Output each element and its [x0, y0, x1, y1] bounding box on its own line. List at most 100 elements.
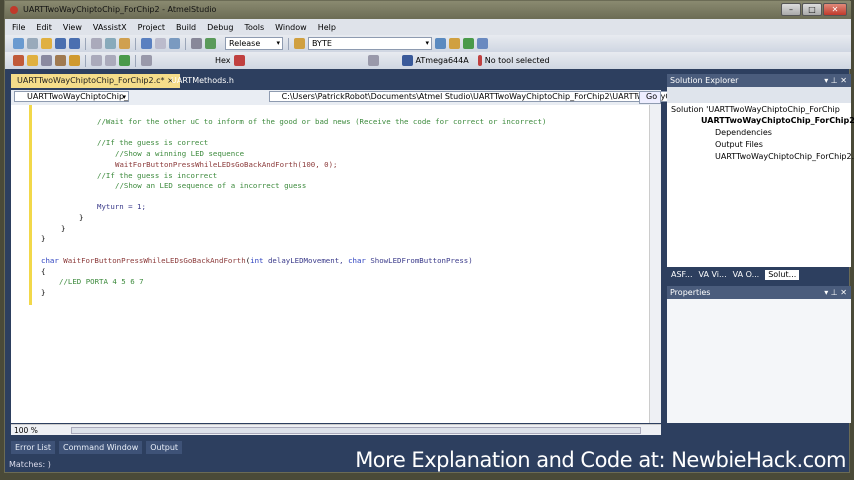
minimize-button[interactable]: –	[781, 3, 801, 16]
code-line: }	[41, 234, 46, 243]
save-all-icon[interactable]	[69, 38, 80, 49]
debug-toolbar: Hex ATmega644A No tool selected	[5, 52, 851, 69]
device-label[interactable]: ATmega644A	[416, 56, 469, 65]
configuration-select[interactable]: Release	[225, 37, 283, 50]
menu-help[interactable]: Help	[318, 23, 336, 32]
change-margin	[29, 105, 32, 305]
properties-icon[interactable]	[449, 38, 460, 49]
zoom-level[interactable]: 100 %	[14, 426, 38, 435]
status-bar-text: Matches: )	[9, 460, 51, 469]
new-project-icon[interactable]	[13, 38, 24, 49]
tab-main-c[interactable]: UARTTwoWayChiptoChip_ForChip2.c* ×	[11, 74, 180, 88]
menu-project[interactable]: Project	[138, 23, 165, 32]
maximize-button[interactable]: □	[802, 3, 822, 16]
toolbox-icon[interactable]	[463, 38, 474, 49]
code-line: //If the guess is correct	[97, 138, 209, 147]
function-signature-line: char WaitForButtonPressWhileLEDsGoBackAn…	[41, 256, 473, 265]
tab-solution-explorer[interactable]: Solut...	[765, 270, 800, 280]
tab-va-outline[interactable]: VA O...	[733, 270, 760, 280]
menu-window[interactable]: Window	[275, 23, 307, 32]
hex-button[interactable]: Hex	[215, 56, 231, 65]
build-icon[interactable]	[191, 38, 202, 49]
panel-close-icon[interactable]: ▾ ⊥ ✕	[824, 74, 847, 87]
tree-item-project[interactable]: UARTTwoWayChiptoChip_ForChip2	[701, 116, 854, 125]
tab-va-view[interactable]: VA Vi...	[699, 270, 727, 280]
cut-icon[interactable]	[91, 38, 102, 49]
memory-icon[interactable]	[141, 55, 152, 66]
code-line: //If the guess is incorrect	[97, 171, 218, 180]
horizontal-scrollbar[interactable]: 100 %	[11, 424, 661, 435]
continue-icon[interactable]	[119, 55, 130, 66]
undo-icon[interactable]	[141, 38, 152, 49]
add-item-icon[interactable]	[27, 38, 38, 49]
panel-tabs: ASF... VA Vi... VA O... Solut...	[667, 267, 851, 283]
tool-label[interactable]: No tool selected	[485, 56, 550, 65]
navigate-icon[interactable]	[169, 38, 180, 49]
code-line: Myturn = 1;	[97, 202, 146, 211]
panel-title: Properties	[670, 288, 711, 297]
menu-debug[interactable]: Debug	[207, 23, 233, 32]
window-icon[interactable]	[367, 55, 379, 66]
code-line: }	[79, 213, 84, 222]
platform-select[interactable]: BYTE	[308, 37, 432, 50]
redo-icon[interactable]	[155, 38, 166, 49]
code-line: //LED PORTA 4 5 6 7	[59, 277, 144, 286]
tab-error-list[interactable]: Error List	[11, 441, 56, 454]
code-line: }	[41, 288, 46, 297]
go-button[interactable]: Go	[639, 91, 661, 104]
stop-icon[interactable]	[233, 55, 245, 66]
open-icon[interactable]	[41, 38, 52, 49]
program-icon[interactable]	[27, 55, 38, 66]
paste-icon[interactable]	[119, 38, 130, 49]
device-icon	[401, 55, 413, 66]
lock-icon[interactable]	[69, 55, 80, 66]
tree-item-output-files[interactable]: Output Files	[715, 140, 763, 149]
pause-icon[interactable]	[105, 55, 116, 66]
solution-explorer-header: Solution Explorer ▾ ⊥ ✕	[667, 74, 851, 87]
tab-command-window[interactable]: Command Window	[59, 441, 143, 454]
code-line: //Wait for the other uC to inform of the…	[97, 117, 547, 126]
code-line: //Show an LED sequence of a incorrect gu…	[115, 181, 307, 190]
solution-explorer-icon[interactable]	[435, 38, 446, 49]
scope-select[interactable]: UARTTwoWayChiptoChip_	[14, 91, 130, 102]
panel-close-icon[interactable]: ▾ ⊥ ✕	[824, 286, 847, 299]
tree-item-source-file[interactable]: UARTTwoWayChiptoChip_ForChip2.c	[715, 152, 854, 161]
right-panels: Solution Explorer ▾ ⊥ ✕ Solution 'UARTTwo…	[667, 74, 854, 423]
vertical-scrollbar[interactable]	[649, 105, 661, 423]
device-programming-icon[interactable]	[41, 55, 52, 66]
menu-build[interactable]: Build	[176, 23, 196, 32]
navigation-bar: UARTTwoWayChiptoChip_ C:\Users\PatrickRo…	[11, 90, 774, 105]
standard-toolbar: Release BYTE	[5, 35, 851, 52]
solution-tree: Solution 'UARTTwoWayChiptoChip_ForChip U…	[667, 103, 854, 267]
breakpoint-icon[interactable]	[55, 55, 66, 66]
code-line: {	[41, 267, 46, 276]
tool-status-icon	[477, 55, 482, 66]
tab-output[interactable]: Output	[146, 441, 183, 454]
code-line: WaitForButtonPressWhileLEDsGoBackAndFort…	[115, 160, 338, 169]
menu-edit[interactable]: Edit	[36, 23, 52, 32]
solution-toolbar	[667, 87, 851, 103]
app-icon	[10, 6, 18, 14]
copy-icon[interactable]	[105, 38, 116, 49]
step-icon[interactable]	[91, 55, 102, 66]
menu-view[interactable]: View	[63, 23, 82, 32]
tool-icon[interactable]	[13, 55, 24, 66]
scrollbar-thumb[interactable]	[71, 427, 641, 434]
menu-tools[interactable]: Tools	[244, 23, 264, 32]
code-line: }	[61, 224, 66, 233]
menu-file[interactable]: File	[12, 23, 25, 32]
close-button[interactable]: ✕	[823, 3, 847, 16]
bottom-tool-tabs: Error List Command Window Output	[11, 441, 183, 454]
tab-uartmethods-h[interactable]: UARTMethods.h	[165, 74, 240, 88]
save-icon[interactable]	[55, 38, 66, 49]
tree-item-solution[interactable]: Solution 'UARTTwoWayChiptoChip_ForChip	[671, 105, 840, 114]
menu-vassistx[interactable]: VAssistX	[93, 23, 127, 32]
code-editor[interactable]: //Wait for the other uC to inform of the…	[11, 105, 661, 423]
tree-item-dependencies[interactable]: Dependencies	[715, 128, 772, 137]
watermark: More Explanation and Code at: NewbieHack…	[355, 448, 846, 472]
window-title: UARTTwoWayChiptoChip_ForChip2 - AtmelStu…	[23, 5, 217, 14]
object-browser-icon[interactable]	[477, 38, 488, 49]
tab-asf[interactable]: ASF...	[671, 270, 693, 280]
find-icon[interactable]	[294, 38, 305, 49]
start-debug-icon[interactable]	[205, 38, 216, 49]
